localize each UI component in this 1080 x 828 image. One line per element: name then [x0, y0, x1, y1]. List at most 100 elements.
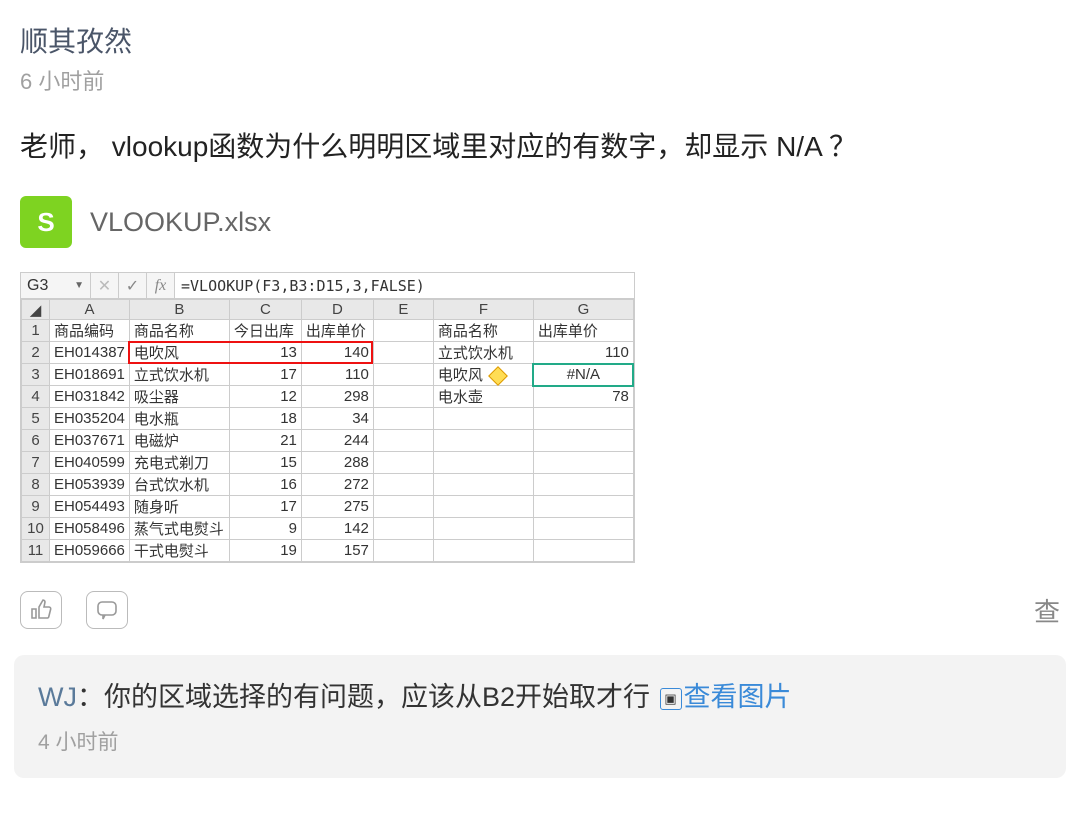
cell[interactable]: 台式饮水机: [129, 474, 229, 496]
col-header[interactable]: B: [129, 300, 229, 320]
col-header[interactable]: C: [229, 300, 301, 320]
row-header[interactable]: 1: [22, 320, 50, 342]
cell[interactable]: [533, 474, 633, 496]
reply-author[interactable]: WJ: [38, 682, 77, 712]
cell[interactable]: 商品编码: [50, 320, 130, 342]
cell[interactable]: 272: [301, 474, 373, 496]
cell[interactable]: 电水瓶: [129, 408, 229, 430]
cell[interactable]: 吸尘器: [129, 386, 229, 408]
cell[interactable]: 288: [301, 452, 373, 474]
cell[interactable]: [373, 320, 433, 342]
cell[interactable]: [433, 496, 533, 518]
cell[interactable]: [373, 386, 433, 408]
cell[interactable]: 立式饮水机: [129, 364, 229, 386]
cell[interactable]: 电吹风: [129, 342, 229, 364]
cell[interactable]: EH018691: [50, 364, 130, 386]
cell[interactable]: 19: [229, 540, 301, 562]
cell[interactable]: 随身听: [129, 496, 229, 518]
cell[interactable]: 275: [301, 496, 373, 518]
cell[interactable]: 出库单价: [533, 320, 633, 342]
col-header[interactable]: D: [301, 300, 373, 320]
cell[interactable]: EH059666: [50, 540, 130, 562]
check-icon[interactable]: ✓: [119, 273, 147, 298]
cell[interactable]: [533, 408, 633, 430]
cell[interactable]: [373, 540, 433, 562]
author-name[interactable]: 顺其孜然: [20, 20, 1060, 60]
cell[interactable]: 干式电熨斗: [129, 540, 229, 562]
cell[interactable]: #N/A: [533, 364, 633, 386]
cell[interactable]: 13: [229, 342, 301, 364]
cell[interactable]: [533, 430, 633, 452]
cell[interactable]: 142: [301, 518, 373, 540]
row-header[interactable]: 6: [22, 430, 50, 452]
col-header[interactable]: E: [373, 300, 433, 320]
cell[interactable]: [373, 408, 433, 430]
cell[interactable]: 出库单价: [301, 320, 373, 342]
cell[interactable]: [533, 496, 633, 518]
cell[interactable]: [373, 496, 433, 518]
row-header[interactable]: 2: [22, 342, 50, 364]
cell[interactable]: 298: [301, 386, 373, 408]
cell[interactable]: 9: [229, 518, 301, 540]
chevron-down-icon[interactable]: ▼: [74, 280, 84, 291]
cell[interactable]: [373, 474, 433, 496]
cell[interactable]: [433, 474, 533, 496]
cell[interactable]: 244: [301, 430, 373, 452]
cell[interactable]: [433, 540, 533, 562]
col-header[interactable]: A: [50, 300, 130, 320]
fx-icon[interactable]: fx: [147, 273, 175, 298]
cell[interactable]: [533, 540, 633, 562]
cell[interactable]: 12: [229, 386, 301, 408]
select-all-cell[interactable]: ◢: [22, 300, 50, 320]
cell[interactable]: EH031842: [50, 386, 130, 408]
cell[interactable]: EH040599: [50, 452, 130, 474]
cell[interactable]: EH054493: [50, 496, 130, 518]
row-header[interactable]: 9: [22, 496, 50, 518]
cancel-icon[interactable]: ✕: [91, 273, 119, 298]
row-header[interactable]: 10: [22, 518, 50, 540]
cell[interactable]: 34: [301, 408, 373, 430]
cell[interactable]: 15: [229, 452, 301, 474]
cell[interactable]: 商品名称: [129, 320, 229, 342]
row-header[interactable]: 7: [22, 452, 50, 474]
cell[interactable]: 立式饮水机: [433, 342, 533, 364]
attachment[interactable]: S VLOOKUP.xlsx: [20, 196, 1060, 248]
cell[interactable]: 110: [301, 364, 373, 386]
row-header[interactable]: 5: [22, 408, 50, 430]
comment-button[interactable]: [86, 591, 128, 629]
cell[interactable]: EH035204: [50, 408, 130, 430]
row-header[interactable]: 4: [22, 386, 50, 408]
cell[interactable]: 110: [533, 342, 633, 364]
col-header[interactable]: F: [433, 300, 533, 320]
cell[interactable]: [373, 518, 433, 540]
spreadsheet-grid[interactable]: ◢ A B C D E F G 1商品编码商品名称今日出库出库单价商品名称出库单…: [21, 299, 634, 562]
formula-input[interactable]: =VLOOKUP(F3,B3:D15,3,FALSE): [175, 273, 634, 298]
cell[interactable]: EH037671: [50, 430, 130, 452]
row-header[interactable]: 8: [22, 474, 50, 496]
cell[interactable]: [533, 452, 633, 474]
col-header[interactable]: G: [533, 300, 633, 320]
cell[interactable]: [433, 518, 533, 540]
view-image-link[interactable]: 查看图片: [684, 682, 792, 712]
cell[interactable]: 157: [301, 540, 373, 562]
cell[interactable]: [533, 518, 633, 540]
cell[interactable]: [433, 430, 533, 452]
cell[interactable]: EH053939: [50, 474, 130, 496]
cell[interactable]: [373, 430, 433, 452]
cell[interactable]: 今日出库: [229, 320, 301, 342]
cell[interactable]: 蒸气式电熨斗: [129, 518, 229, 540]
cell[interactable]: 充电式剃刀: [129, 452, 229, 474]
cell[interactable]: 140: [301, 342, 373, 364]
cell[interactable]: 17: [229, 364, 301, 386]
view-more-text[interactable]: 查: [1034, 592, 1060, 629]
cell[interactable]: 16: [229, 474, 301, 496]
cell[interactable]: 21: [229, 430, 301, 452]
cell[interactable]: 78: [533, 386, 633, 408]
cell[interactable]: 电水壶: [433, 386, 533, 408]
cell[interactable]: [373, 452, 433, 474]
row-header[interactable]: 3: [22, 364, 50, 386]
cell[interactable]: 商品名称: [433, 320, 533, 342]
cell[interactable]: [373, 364, 433, 386]
cell[interactable]: [433, 408, 533, 430]
cell[interactable]: 17: [229, 496, 301, 518]
